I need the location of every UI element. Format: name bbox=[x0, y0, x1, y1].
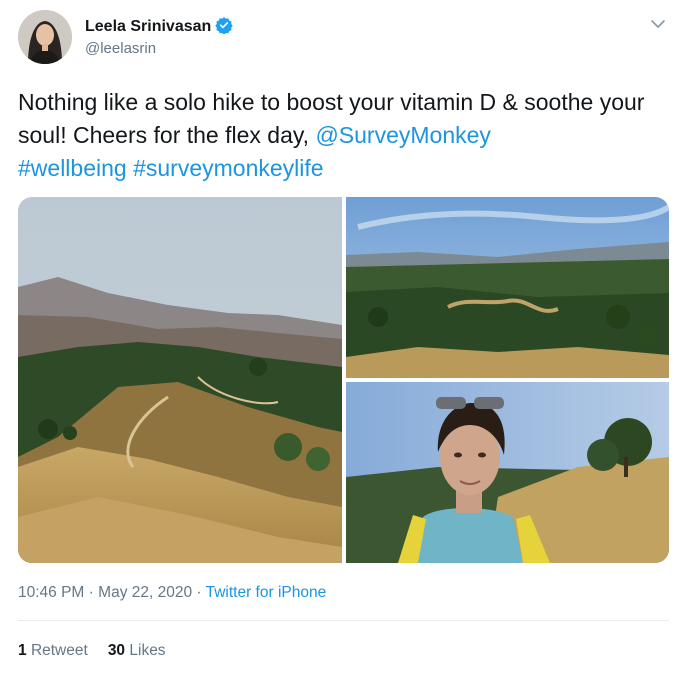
photo-valley-view[interactable] bbox=[346, 197, 669, 378]
tweet-text: Nothing like a solo hike to boost your v… bbox=[18, 86, 668, 185]
author-name-row[interactable]: Leela Srinivasan bbox=[85, 16, 233, 39]
hashtag-link[interactable]: #wellbeing bbox=[18, 155, 127, 181]
tweet-header: Leela Srinivasan @leelasrin bbox=[18, 10, 668, 66]
verified-badge-icon bbox=[215, 16, 233, 39]
tweet-stats: 1 Retweet 30 Likes bbox=[18, 642, 166, 660]
tweet-time[interactable]: 10:46 PM bbox=[18, 584, 84, 601]
meta-separator: · bbox=[88, 584, 94, 601]
retweets-stat[interactable]: 1 Retweet bbox=[18, 642, 88, 659]
retweets-count: 1 bbox=[18, 642, 27, 659]
photo-golden-hills[interactable] bbox=[18, 197, 342, 563]
retweets-label: Retweet bbox=[30, 642, 88, 659]
chevron-down-icon[interactable] bbox=[648, 14, 668, 34]
likes-stat[interactable]: 30 Likes bbox=[108, 642, 166, 659]
author-name[interactable]: Leela Srinivasan bbox=[85, 18, 211, 35]
author-handle[interactable]: @leelasrin bbox=[85, 40, 156, 57]
tweet-meta: 10:46 PM · May 22, 2020 · Twitter for iP… bbox=[18, 584, 326, 602]
likes-label: Likes bbox=[129, 642, 166, 659]
divider bbox=[18, 620, 669, 621]
mention-link[interactable]: @SurveyMonkey bbox=[315, 122, 490, 148]
hashtag-link[interactable]: #surveymonkeylife bbox=[133, 155, 323, 181]
photo-selfie[interactable] bbox=[346, 382, 669, 563]
tweet-source-link[interactable]: Twitter for iPhone bbox=[206, 584, 327, 601]
avatar-image bbox=[18, 10, 72, 64]
avatar[interactable] bbox=[18, 10, 72, 64]
meta-separator: · bbox=[196, 584, 202, 601]
likes-count: 30 bbox=[107, 642, 126, 659]
tweet-date[interactable]: May 22, 2020 bbox=[98, 584, 192, 601]
media-grid bbox=[18, 197, 669, 563]
